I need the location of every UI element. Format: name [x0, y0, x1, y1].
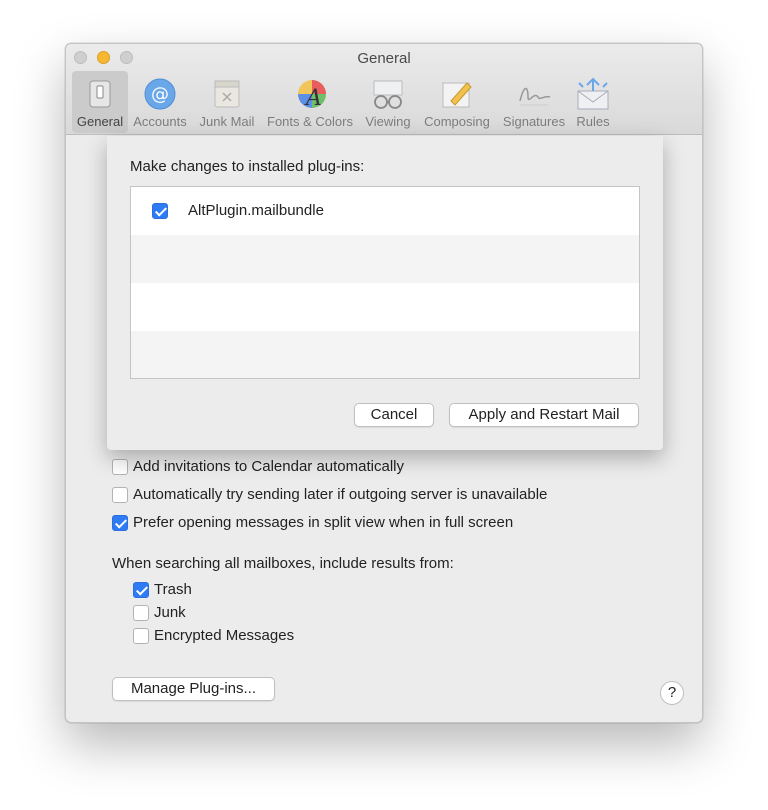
- plugins-sheet: Make changes to installed plug-ins: AltP…: [107, 136, 663, 450]
- tab-junk-mail[interactable]: Junk Mail: [195, 71, 259, 133]
- window-title: General: [357, 50, 411, 67]
- tab-composing[interactable]: Composing: [420, 71, 494, 133]
- send-later-checkbox[interactable]: [112, 487, 128, 503]
- plugin-checkbox[interactable]: [152, 203, 168, 219]
- search-junk-checkbox[interactable]: [133, 605, 149, 621]
- glasses-icon: [370, 77, 406, 111]
- pencil-icon: [439, 77, 475, 111]
- split-view-label: Prefer opening messages in split view wh…: [133, 514, 514, 531]
- list-item-empty: [131, 283, 639, 331]
- tab-general[interactable]: General: [72, 71, 128, 133]
- list-item-empty: [131, 331, 639, 378]
- calendar-invitations-checkbox[interactable]: [112, 459, 128, 475]
- color-wheel-icon: A: [292, 77, 328, 111]
- rules-envelope-icon: [575, 77, 611, 111]
- search-trash-checkbox[interactable]: [133, 582, 149, 598]
- tab-fonts-colors[interactable]: A Fonts & Colors: [263, 71, 357, 133]
- search-encrypted-label: Encrypted Messages: [154, 627, 295, 644]
- at-icon: @: [142, 77, 178, 111]
- apply-restart-button[interactable]: Apply and Restart Mail: [449, 403, 639, 427]
- list-item[interactable]: AltPlugin.mailbundle: [131, 187, 639, 235]
- calendar-invitations-label: Add invitations to Calendar automaticall…: [133, 458, 404, 475]
- search-junk-label: Junk: [154, 604, 186, 621]
- signature-icon: [516, 77, 552, 111]
- search-encrypted-checkbox[interactable]: [133, 628, 149, 644]
- search-trash-label: Trash: [154, 581, 192, 598]
- cancel-button[interactable]: Cancel: [354, 403, 434, 427]
- send-later-label: Automatically try sending later if outgo…: [133, 486, 548, 503]
- svg-text:A: A: [304, 86, 322, 111]
- tab-viewing[interactable]: Viewing: [362, 71, 414, 133]
- plugin-name: AltPlugin.mailbundle: [188, 202, 324, 219]
- sheet-heading: Make changes to installed plug-ins:: [130, 158, 365, 175]
- preferences-window: General General @ Accounts Junk Mail A F…: [65, 43, 703, 723]
- search-heading: When searching all mailboxes, include re…: [112, 555, 454, 572]
- split-view-checkbox[interactable]: [112, 515, 128, 531]
- help-button[interactable]: ?: [660, 681, 684, 705]
- switch-icon: [82, 77, 118, 111]
- tab-rules[interactable]: Rules: [573, 71, 613, 133]
- tab-accounts[interactable]: @ Accounts: [130, 71, 190, 133]
- plugins-list: AltPlugin.mailbundle: [130, 186, 640, 379]
- junk-bin-icon: [209, 77, 245, 111]
- svg-text:@: @: [151, 84, 169, 105]
- list-item-empty: [131, 235, 639, 283]
- toolbar: General General @ Accounts Junk Mail A F…: [66, 44, 702, 135]
- tab-signatures[interactable]: Signatures: [499, 71, 569, 133]
- manage-plugins-button[interactable]: Manage Plug-ins...: [112, 677, 275, 701]
